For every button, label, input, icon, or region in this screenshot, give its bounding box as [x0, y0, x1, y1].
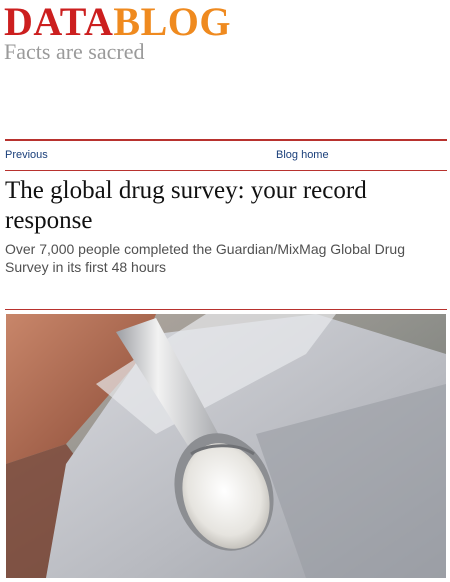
- logo-blog-text: BLOG: [113, 0, 231, 44]
- page-title: The global drug survey: your record resp…: [5, 177, 367, 234]
- blog-home-link[interactable]: Blog home: [276, 149, 329, 161]
- datablog-logo[interactable]: DATABLOG: [4, 0, 304, 44]
- divider: [5, 309, 447, 310]
- article-photo: [6, 314, 446, 578]
- article-nav: Previous Blog home: [5, 139, 447, 171]
- masthead: DATABLOG Facts are sacred: [4, 0, 304, 64]
- standfirst: Over 7,000 people completed the Guardian…: [5, 241, 405, 275]
- previous-link[interactable]: Previous: [5, 149, 48, 161]
- logo-data-text: DATA: [4, 0, 114, 44]
